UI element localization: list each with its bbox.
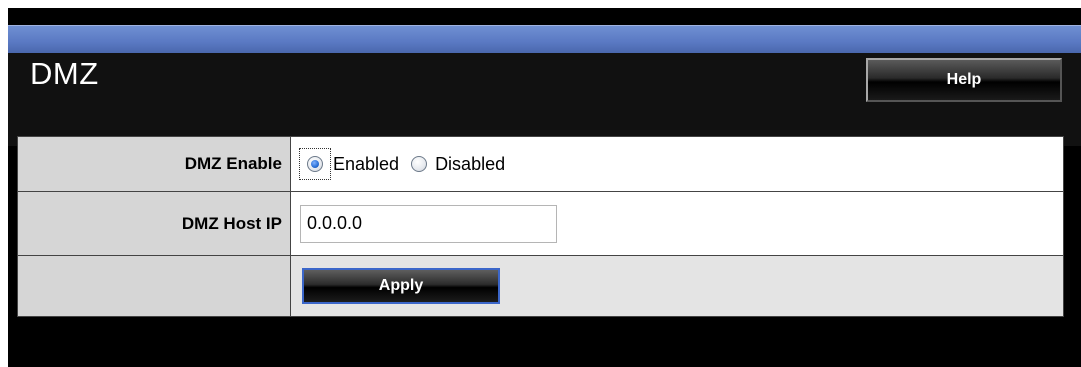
apply-button[interactable]: Apply [302, 268, 500, 304]
dmz-host-ip-input[interactable] [300, 204, 557, 243]
page-frame: DMZ Help DMZ Enable Enabled Disabled DMZ [0, 0, 1081, 367]
dmz-host-ip-row: DMZ Host IP [17, 191, 1064, 256]
disabled-radio[interactable] [409, 148, 429, 180]
radio-selected-icon [307, 156, 323, 172]
dmz-enable-radio-group: Enabled Disabled [291, 148, 1063, 180]
apply-row-cell: Apply [290, 255, 1064, 317]
dmz-form-table: DMZ Enable Enabled Disabled DMZ Host IP [17, 136, 1064, 317]
top-bar [8, 25, 1081, 53]
dmz-enable-cell: Enabled Disabled [290, 136, 1064, 192]
dmz-enable-row: DMZ Enable Enabled Disabled [17, 136, 1064, 192]
disabled-radio-label[interactable]: Disabled [435, 154, 505, 175]
apply-row: Apply [17, 255, 1064, 317]
enabled-radio[interactable] [299, 148, 331, 180]
page-title: DMZ [30, 56, 99, 91]
apply-row-label-cell [17, 255, 291, 317]
dmz-host-ip-label: DMZ Host IP [17, 191, 291, 256]
radio-unselected-icon [411, 156, 428, 172]
enabled-radio-label[interactable]: Enabled [333, 154, 399, 175]
dmz-enable-label: DMZ Enable [17, 136, 291, 192]
dmz-host-ip-cell [290, 191, 1064, 256]
help-button[interactable]: Help [866, 58, 1062, 102]
